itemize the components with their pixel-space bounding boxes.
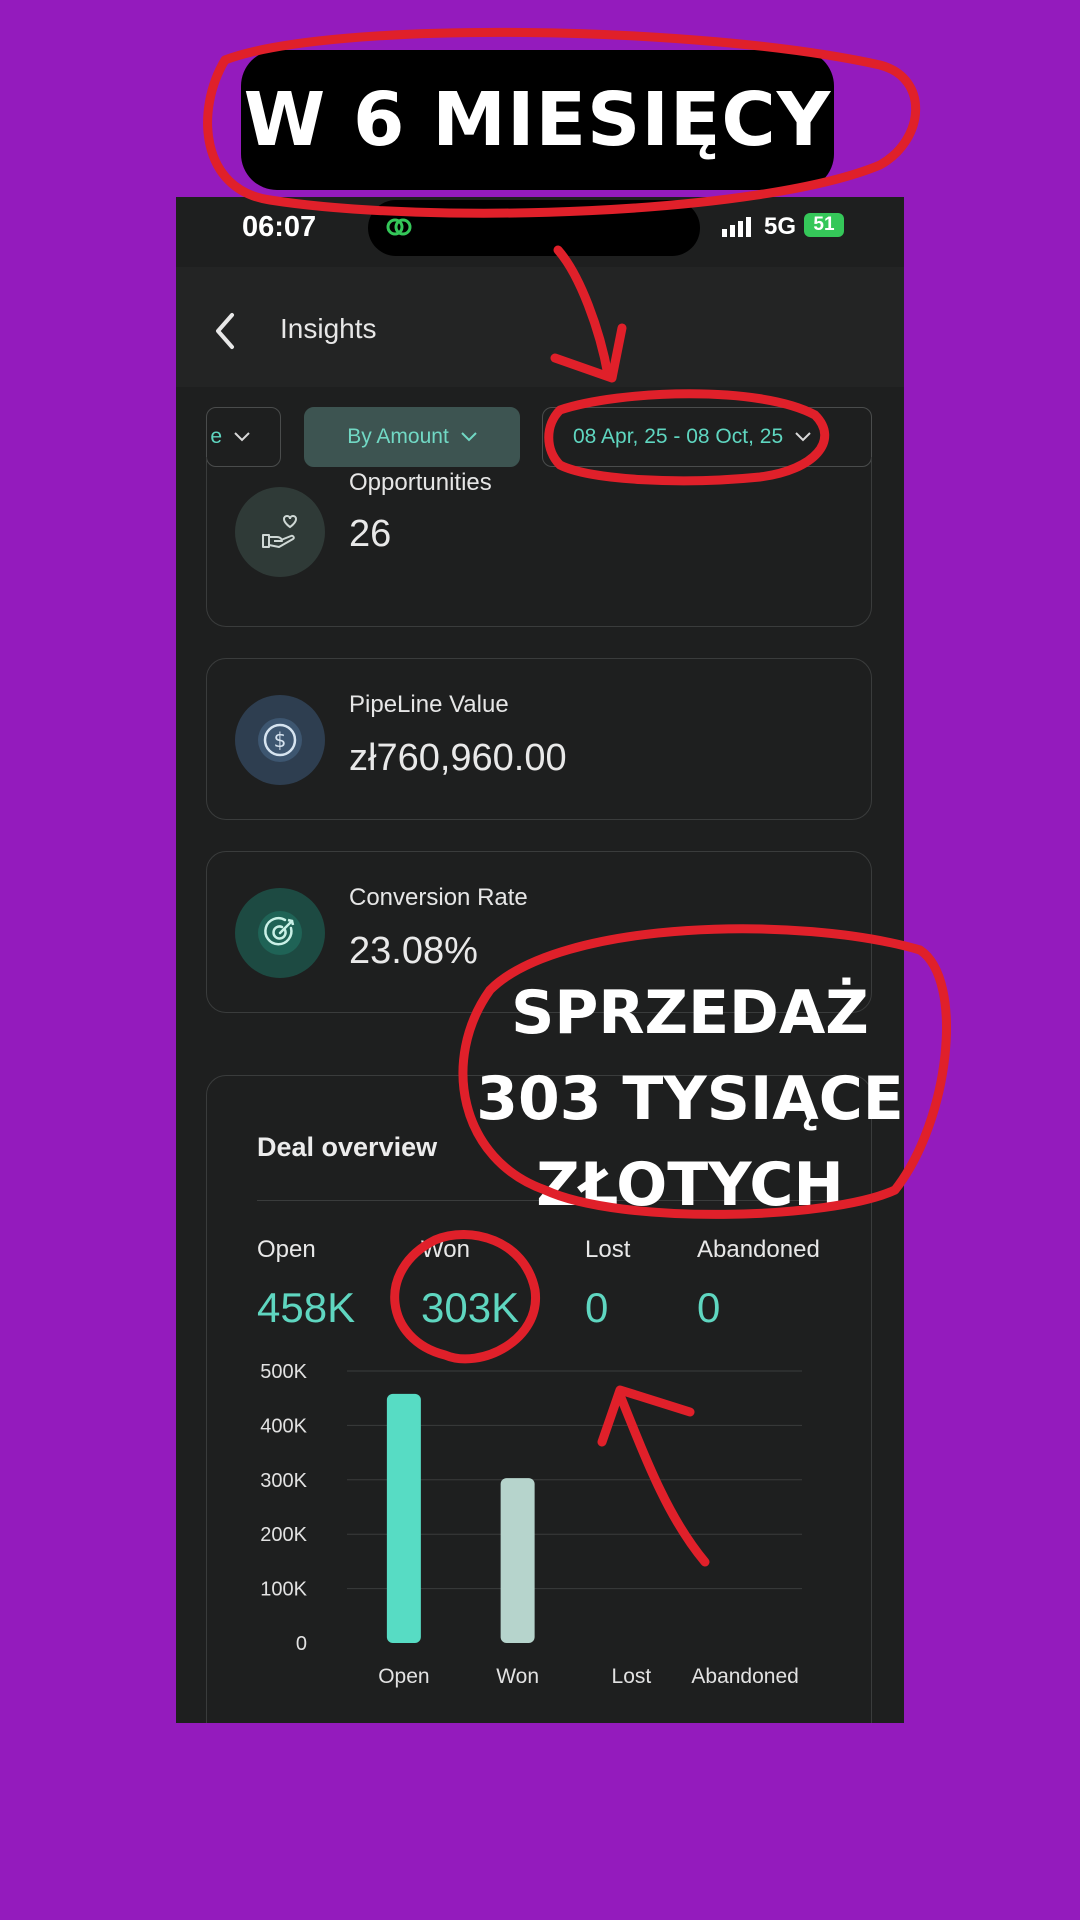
bottom-arrow-head bbox=[597, 1385, 695, 1447]
overlay-annotation-circle bbox=[458, 924, 951, 1219]
top-arrow-head bbox=[550, 323, 627, 383]
bottom-arrow bbox=[615, 1390, 710, 1567]
banner-annotation-circle bbox=[203, 27, 921, 218]
won-annotation-circle bbox=[390, 1229, 540, 1364]
annotation-layer bbox=[203, 27, 951, 1567]
date-annotation-circle bbox=[544, 389, 830, 486]
top-arrow bbox=[553, 245, 613, 380]
